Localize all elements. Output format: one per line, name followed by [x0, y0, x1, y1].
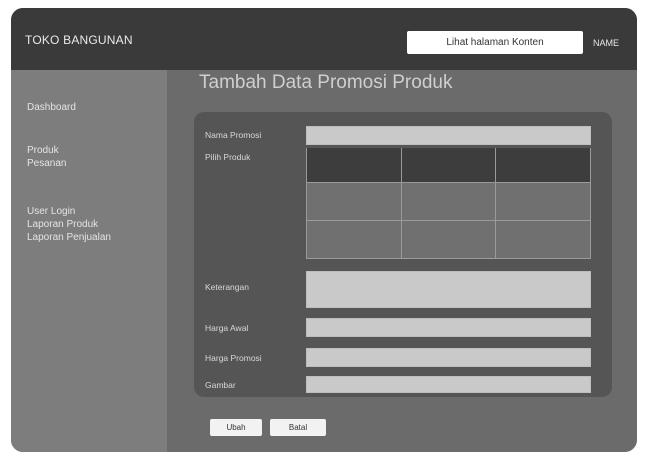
cancel-button[interactable]: Batal [270, 419, 326, 436]
sidebar-item-user-login[interactable]: User Login [27, 206, 75, 217]
brand-title: TOKO BANGUNAN [25, 33, 133, 47]
sidebar-item-laporan-produk[interactable]: Laporan Produk [27, 219, 98, 230]
table-cell[interactable] [400, 220, 497, 259]
table-cell[interactable] [400, 182, 497, 221]
top-bar: TOKO BANGUNAN Lihat halaman Konten NAME [11, 8, 637, 70]
keterangan-textarea[interactable] [306, 271, 591, 308]
table-header-row [306, 148, 591, 183]
sidebar-item-produk[interactable]: Produk [27, 145, 59, 156]
gambar-upload-field[interactable] [306, 376, 591, 393]
nama-promosi-input[interactable] [306, 126, 591, 145]
table-header-cell [495, 148, 591, 183]
user-name[interactable]: NAME [593, 38, 619, 48]
harga-promosi-label: Harga Promosi [205, 353, 262, 363]
table-cell[interactable] [495, 182, 591, 221]
table-header-cell [400, 148, 497, 183]
sidebar: Dashboard Produk Pesanan User Login Lapo… [11, 70, 167, 452]
table-cell[interactable] [306, 220, 402, 259]
harga-promosi-input[interactable] [306, 348, 591, 367]
table-row[interactable] [306, 182, 591, 221]
keterangan-label: Keterangan [205, 282, 249, 292]
table-cell[interactable] [495, 220, 591, 259]
view-store-button[interactable]: Lihat halaman Konten [407, 31, 583, 54]
save-button[interactable]: Ubah [210, 419, 262, 436]
table-cell[interactable] [306, 182, 402, 221]
pilih-produk-label: Pilih Produk [205, 152, 251, 162]
gambar-label: Gambar [205, 380, 236, 390]
promo-form-panel: Nama Promosi Pilih Produk Keterangan Har… [194, 112, 612, 397]
sidebar-item-dashboard[interactable]: Dashboard [27, 102, 76, 113]
nama-promosi-label: Nama Promosi [205, 130, 262, 140]
table-row[interactable] [306, 220, 591, 259]
page-title: Tambah Data Promosi Produk [199, 72, 453, 93]
sidebar-item-pesanan[interactable]: Pesanan [27, 158, 66, 169]
harga-awal-label: Harga Awal [205, 323, 249, 333]
sidebar-item-laporan-penjualan[interactable]: Laporan Penjualan [27, 232, 111, 243]
table-header-cell [306, 148, 402, 183]
harga-awal-input[interactable] [306, 318, 591, 337]
product-select-table [306, 148, 591, 259]
